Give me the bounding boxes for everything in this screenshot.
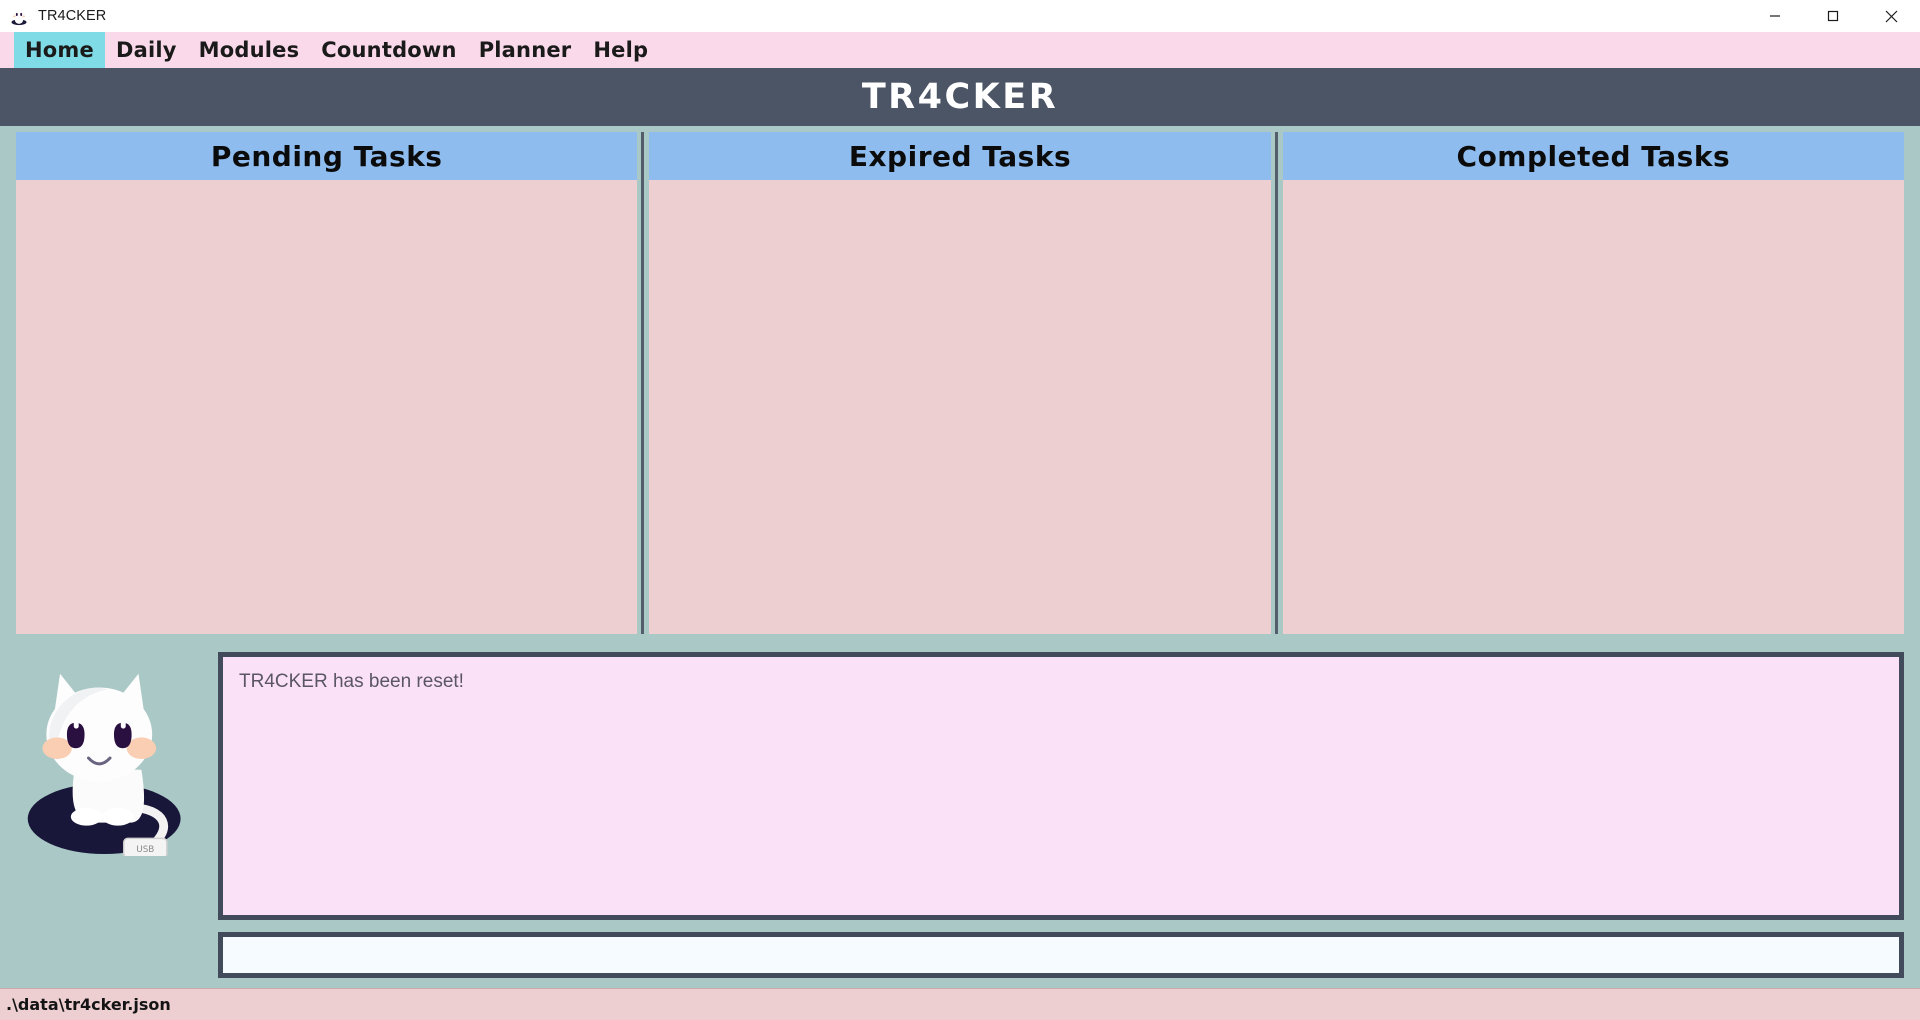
panel-expired-tasks: Expired Tasks (649, 132, 1271, 634)
window-controls (1746, 0, 1920, 32)
panel-divider-2 (1270, 132, 1283, 634)
window-title: TR4CKER (38, 8, 107, 24)
status-bar-path: .\data\tr4cker.json (6, 995, 171, 1014)
maximize-button[interactable] (1804, 0, 1862, 32)
application-window: TR4CKER Home Daily Modules Countdown Pla… (0, 0, 1920, 1020)
title-bar: TR4CKER (0, 0, 1920, 32)
panel-header-completed: Completed Tasks (1282, 132, 1904, 180)
close-button[interactable] (1862, 0, 1920, 32)
panel-pending-tasks: Pending Tasks (16, 132, 638, 634)
menu-item-countdown[interactable]: Countdown (310, 32, 467, 68)
task-list-expired[interactable] (649, 180, 1271, 634)
menu-item-daily[interactable]: Daily (105, 32, 188, 68)
white-cat-mascot-icon: USB (27, 673, 181, 856)
task-panels: Pending Tasks Expired Tasks Completed Ta… (0, 126, 1920, 642)
message-output-box[interactable]: TR4CKER has been reset! (218, 652, 1904, 920)
panel-title-expired: Expired Tasks (848, 139, 1072, 173)
panel-completed-tasks: Completed Tasks (1282, 132, 1904, 634)
panel-header-pending: Pending Tasks (16, 132, 638, 180)
command-input[interactable] (218, 932, 1904, 978)
menu-item-help[interactable]: Help (582, 32, 659, 68)
panel-header-expired: Expired Tasks (649, 132, 1271, 180)
menu-item-planner[interactable]: Planner (468, 32, 583, 68)
status-bar: .\data\tr4cker.json (0, 988, 1920, 1020)
menu-bar: Home Daily Modules Countdown Planner Hel… (0, 32, 1920, 68)
panel-title-completed: Completed Tasks (1456, 139, 1731, 173)
app-banner: TR4CKER (0, 68, 1920, 126)
cat-mascot-icon (9, 6, 29, 26)
svg-text:USB: USB (136, 845, 154, 855)
task-list-completed[interactable] (1282, 180, 1904, 634)
menu-item-modules[interactable]: Modules (188, 32, 311, 68)
mascot-container: USB (10, 652, 214, 978)
task-list-pending[interactable] (16, 180, 638, 634)
bottom-area: USB TR4CKER has been reset! (0, 642, 1920, 988)
minimize-button[interactable] (1746, 0, 1804, 32)
menu-item-home[interactable]: Home (14, 32, 105, 68)
io-column: TR4CKER has been reset! (214, 652, 1904, 978)
panel-title-pending: Pending Tasks (210, 139, 443, 173)
app-banner-title: TR4CKER (861, 77, 1059, 117)
panel-divider-1 (637, 132, 650, 634)
